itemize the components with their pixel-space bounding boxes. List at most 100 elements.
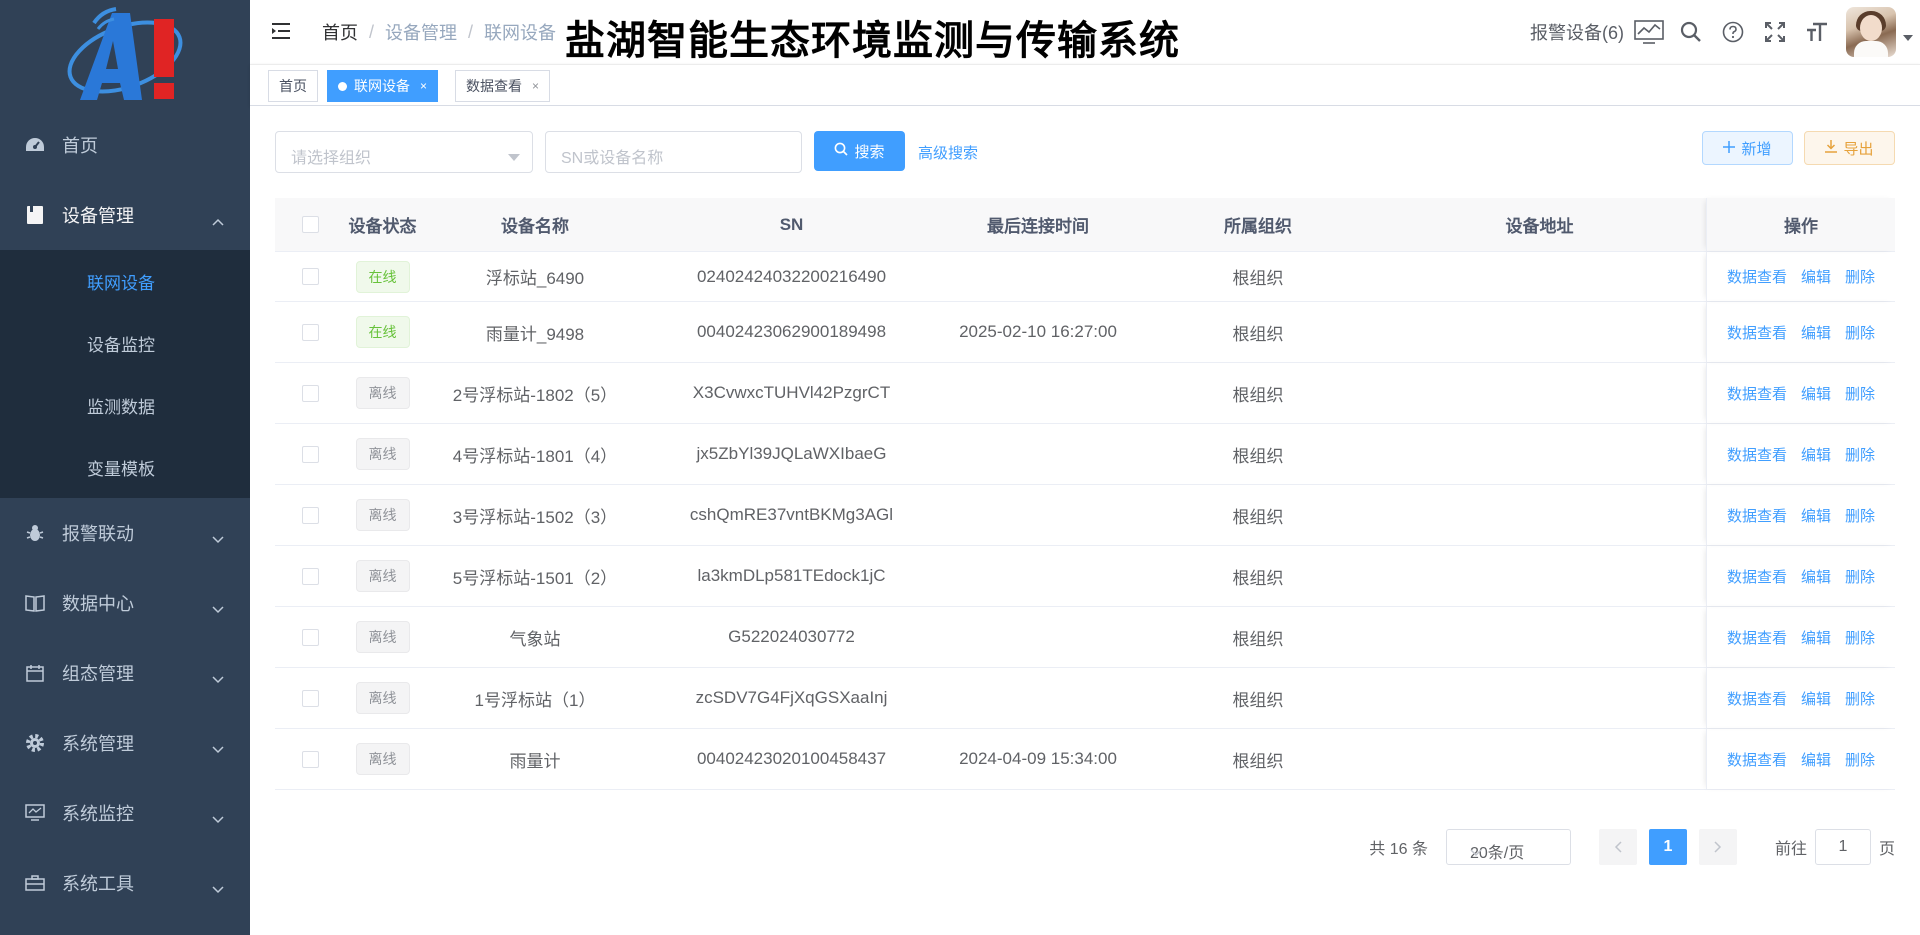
view-data-link[interactable]: 数据查看 bbox=[1727, 266, 1787, 287]
device-name-cell: 气象站 bbox=[509, 629, 561, 649]
row-checkbox[interactable] bbox=[301, 323, 319, 341]
plus-icon bbox=[1723, 140, 1736, 157]
col-address: 设备地址 bbox=[1505, 217, 1574, 236]
status-cell: 在线 bbox=[345, 316, 420, 348]
row-checkbox[interactable] bbox=[301, 384, 319, 402]
delete-link[interactable]: 删除 bbox=[1845, 627, 1875, 648]
view-data-link[interactable]: 数据查看 bbox=[1727, 566, 1787, 587]
export-button-label: 导出 bbox=[1843, 140, 1874, 158]
font-size-icon[interactable] bbox=[1796, 0, 1838, 64]
goto-page-input[interactable]: 1 bbox=[1814, 829, 1871, 865]
edit-link[interactable]: 编辑 bbox=[1801, 266, 1831, 287]
status-cell: 离线 bbox=[345, 621, 420, 653]
view-data-link[interactable]: 数据查看 bbox=[1727, 383, 1787, 404]
sn-search-input[interactable]: SN或设备名称 bbox=[545, 131, 802, 173]
gear-icon bbox=[24, 732, 46, 754]
sidebar-item-system-monitoring[interactable]: 系统监控 bbox=[0, 778, 250, 848]
delete-link[interactable]: 删除 bbox=[1845, 749, 1875, 770]
edit-link[interactable]: 编辑 bbox=[1801, 627, 1831, 648]
edit-link[interactable]: 编辑 bbox=[1801, 383, 1831, 404]
device-name-cell: 5号浮标站-1501（2） bbox=[452, 568, 618, 588]
row-checkbox[interactable] bbox=[301, 268, 319, 285]
status-badge: 离线 bbox=[355, 560, 410, 592]
close-icon[interactable]: × bbox=[532, 79, 539, 93]
sidebar-item-system-management[interactable]: 系统管理 bbox=[0, 708, 250, 778]
avatar[interactable] bbox=[1846, 7, 1896, 57]
sidebar-item-network-devices[interactable]: 联网设备 bbox=[0, 250, 250, 312]
edit-link[interactable]: 编辑 bbox=[1801, 749, 1831, 770]
search-button[interactable]: 搜索 bbox=[814, 131, 905, 171]
delete-link[interactable]: 删除 bbox=[1845, 383, 1875, 404]
edit-link[interactable]: 编辑 bbox=[1801, 505, 1831, 526]
chevron-down-icon bbox=[212, 668, 224, 689]
page-number-button[interactable]: 1 bbox=[1648, 829, 1687, 865]
close-icon[interactable]: × bbox=[420, 79, 427, 93]
breadcrumb-home[interactable]: 首页 bbox=[322, 19, 358, 45]
view-data-link[interactable]: 数据查看 bbox=[1727, 444, 1787, 465]
edit-link[interactable]: 编辑 bbox=[1801, 444, 1831, 465]
row-select-cell bbox=[275, 384, 345, 402]
tag-label: 数据查看 bbox=[466, 78, 522, 94]
tag-data-view[interactable]: 数据查看 × bbox=[455, 70, 551, 102]
status-cell: 离线 bbox=[345, 499, 420, 531]
edit-link[interactable]: 编辑 bbox=[1801, 688, 1831, 709]
col-ops: 操作 bbox=[1706, 198, 1895, 251]
row-checkbox[interactable] bbox=[301, 750, 319, 768]
sidebar-item-variable-templates[interactable]: 变量模板 bbox=[0, 436, 250, 498]
prev-page-button[interactable] bbox=[1598, 829, 1637, 865]
fullscreen-icon[interactable] bbox=[1754, 0, 1796, 64]
delete-link[interactable]: 删除 bbox=[1845, 566, 1875, 587]
toolbox-icon bbox=[24, 872, 46, 894]
sidebar-item-data-center[interactable]: 数据中心 bbox=[0, 568, 250, 638]
logo[interactable] bbox=[0, 0, 250, 110]
page-size-select[interactable]: 20条/页 bbox=[1445, 829, 1571, 865]
view-data-link[interactable]: 数据查看 bbox=[1727, 505, 1787, 526]
caret-down-icon[interactable] bbox=[1896, 0, 1920, 64]
sidebar-item-configuration[interactable]: 组态管理 bbox=[0, 638, 250, 708]
row-checkbox[interactable] bbox=[301, 689, 319, 707]
delete-link[interactable]: 删除 bbox=[1845, 266, 1875, 287]
row-checkbox[interactable] bbox=[301, 506, 319, 524]
avatar-face bbox=[1860, 15, 1882, 41]
chart-monitor-icon[interactable] bbox=[1628, 0, 1670, 64]
sidebar-item-monitoring-data[interactable]: 监测数据 bbox=[0, 374, 250, 436]
search-icon[interactable] bbox=[1670, 0, 1712, 64]
row-checkbox[interactable] bbox=[301, 445, 319, 463]
sidebar-item-device-management[interactable]: 设备管理 bbox=[0, 180, 250, 250]
goto-label: 前往 bbox=[1774, 841, 1807, 858]
row-checkbox[interactable] bbox=[301, 628, 319, 646]
view-data-link[interactable]: 数据查看 bbox=[1727, 322, 1787, 343]
edit-link[interactable]: 编辑 bbox=[1801, 322, 1831, 343]
row-select-cell bbox=[275, 445, 345, 463]
search-button-label: 搜索 bbox=[854, 143, 885, 161]
help-icon[interactable] bbox=[1712, 0, 1754, 64]
add-button[interactable]: 新增 bbox=[1702, 131, 1793, 165]
sn-cell: jx5ZbYl39JQLaWXIbaeG bbox=[696, 444, 887, 463]
hamburger-icon[interactable] bbox=[270, 20, 294, 44]
select-all-checkbox[interactable] bbox=[301, 216, 319, 233]
view-data-link[interactable]: 数据查看 bbox=[1727, 627, 1787, 648]
next-page-button[interactable] bbox=[1698, 829, 1737, 865]
delete-link[interactable]: 删除 bbox=[1845, 688, 1875, 709]
org-select[interactable]: 请选择组织 bbox=[275, 131, 533, 173]
alarm-devices-link[interactable]: 报警设备(6) bbox=[1530, 19, 1624, 45]
chevron-right-icon bbox=[1714, 841, 1722, 853]
view-data-link[interactable]: 数据查看 bbox=[1727, 749, 1787, 770]
export-button[interactable]: 导出 bbox=[1804, 131, 1895, 165]
sidebar-item-system-tools[interactable]: 系统工具 bbox=[0, 848, 250, 918]
advanced-search-link[interactable]: 高级搜索 bbox=[918, 142, 978, 163]
delete-link[interactable]: 删除 bbox=[1845, 444, 1875, 465]
device-name-cell: 3号浮标站-1502（3） bbox=[452, 507, 618, 527]
sidebar-item-device-monitoring[interactable]: 设备监控 bbox=[0, 312, 250, 374]
row-checkbox[interactable] bbox=[301, 567, 319, 585]
delete-link[interactable]: 删除 bbox=[1845, 505, 1875, 526]
sidebar-item-label: 数据中心 bbox=[62, 594, 134, 614]
row-select-cell bbox=[275, 689, 345, 707]
delete-link[interactable]: 删除 bbox=[1845, 322, 1875, 343]
tag-network-devices[interactable]: 联网设备 × bbox=[327, 70, 439, 102]
edit-link[interactable]: 编辑 bbox=[1801, 566, 1831, 587]
view-data-link[interactable]: 数据查看 bbox=[1727, 688, 1787, 709]
tag-home[interactable]: 首页 bbox=[268, 70, 318, 102]
sidebar-item-home[interactable]: 首页 bbox=[0, 110, 250, 180]
sidebar-item-alarm-linkage[interactable]: 报警联动 bbox=[0, 498, 250, 568]
